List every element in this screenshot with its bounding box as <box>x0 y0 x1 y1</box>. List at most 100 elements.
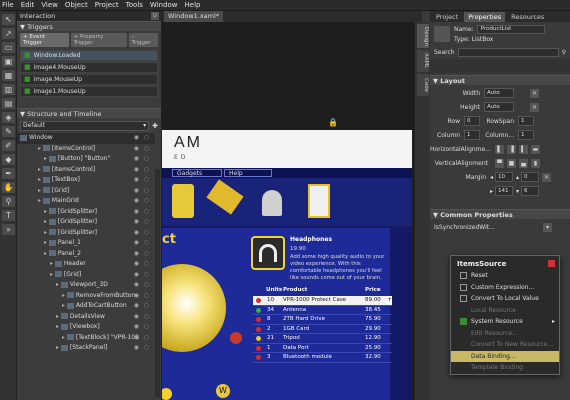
tree-node[interactable]: ▸ Panel_2 ◉ ○ <box>17 249 155 260</box>
remove-from-button[interactable] <box>230 332 242 344</box>
artboard[interactable]: AM ED Gadgets Help ct Headphones 19.90 A… <box>162 130 412 400</box>
lock-toggle-icon[interactable]: ○ <box>144 154 149 165</box>
magnifier-icon[interactable]: ⚲ <box>2 196 15 207</box>
rowspan-field[interactable]: 1 <box>518 116 534 126</box>
product-thumb-4[interactable] <box>308 184 330 218</box>
align-right-icon[interactable]: ▍ <box>519 144 528 154</box>
lock-toggle-icon[interactable]: ○ <box>144 259 149 270</box>
visibility-icon[interactable]: ◉ <box>134 154 139 165</box>
trigger-tab-0[interactable]: + Event Trigger <box>20 33 69 47</box>
lock-toggle-icon[interactable]: ○ <box>144 333 149 344</box>
menu-item[interactable]: Data Binding... <box>451 350 559 362</box>
tree-node[interactable]: ▸ Panel_1 ◉ ○ <box>17 238 155 249</box>
colspan-field[interactable]: 1 <box>518 130 534 140</box>
rectangle-tool-icon[interactable]: ▤ <box>2 98 15 109</box>
nav-gadgets[interactable]: Gadgets <box>172 169 222 177</box>
align-center-icon[interactable]: ▐ <box>507 144 516 154</box>
visibility-icon[interactable]: ◉ <box>134 322 139 333</box>
triggers-header[interactable]: ▼ Triggers <box>17 21 161 31</box>
lock-toggle-icon[interactable]: ○ <box>144 291 149 302</box>
menu-object[interactable]: Object <box>65 1 88 9</box>
lock-toggle-icon[interactable]: ○ <box>144 270 149 281</box>
trigger-tab-1[interactable]: + Property Trigger <box>70 33 127 47</box>
menu-item[interactable]: Convert To Local Value <box>451 293 559 305</box>
visibility-icon[interactable]: ◉ <box>134 259 139 270</box>
visibility-icon[interactable]: ◉ <box>134 228 139 239</box>
menu-file[interactable]: File <box>2 1 14 9</box>
lock-toggle-icon[interactable]: ○ <box>144 196 149 207</box>
tree-node[interactable]: ▸ [Button] "Button" ◉ ○ <box>17 154 155 165</box>
grid-tool-icon[interactable]: ▦ <box>2 70 15 81</box>
lock-toggle-icon[interactable]: ○ <box>144 280 149 291</box>
align-left-icon[interactable]: ▌ <box>495 144 504 154</box>
menu-window[interactable]: Window <box>150 1 178 9</box>
name-field[interactable]: ProductList <box>476 25 545 34</box>
reset-height-icon[interactable]: ✕ <box>530 102 539 112</box>
menu-item[interactable]: Custom Expression... <box>451 282 559 294</box>
margin-bottom-field[interactable]: 6 <box>521 186 540 196</box>
lock-toggle-icon[interactable]: ○ <box>144 312 149 323</box>
tree-node[interactable]: ▸ AddToCartButton ◉ ○ <box>17 301 155 312</box>
tree-node[interactable]: ▸ [GridSplitter] ◉ ○ <box>17 207 155 218</box>
visibility-icon[interactable]: ◉ <box>134 270 139 281</box>
trigger-tab-2[interactable]: – Trigger <box>128 33 158 47</box>
column-field[interactable]: 1 <box>464 130 480 140</box>
lock-toggle-icon[interactable]: ○ <box>144 238 149 249</box>
lock-toggle-icon[interactable]: ○ <box>144 249 149 260</box>
margin-right-field[interactable]: 141 <box>495 186 514 196</box>
lock-toggle-icon[interactable]: ○ <box>144 186 149 197</box>
product-thumb-3[interactable] <box>262 190 282 216</box>
trigger-item[interactable]: ■ Window.Loaded <box>20 50 158 61</box>
visibility-icon[interactable]: ◉ <box>134 175 139 186</box>
brush-tool-icon[interactable]: ✐ <box>2 140 15 151</box>
tree-node[interactable]: ▸ [StackPanel] ◉ ○ <box>17 343 155 354</box>
visibility-icon[interactable]: ◉ <box>134 133 139 144</box>
eyedropper-icon[interactable]: ✒ <box>2 168 15 179</box>
lock-toggle-icon[interactable]: ○ <box>144 343 149 354</box>
tab-resources[interactable]: Resources <box>507 12 548 22</box>
add-timeline-icon[interactable]: ✚ <box>152 122 158 130</box>
tab-xaml[interactable]: XAML <box>417 50 429 72</box>
visibility-icon[interactable]: ◉ <box>134 333 139 344</box>
product-3d-sphere[interactable] <box>162 264 226 352</box>
menu-item[interactable]: Template Binding <box>451 362 559 374</box>
table-row[interactable]: 34 Antenna 38.45 <box>253 306 393 315</box>
lock-toggle-icon[interactable]: ○ <box>144 322 149 333</box>
tab-project[interactable]: Project <box>432 12 462 22</box>
menu-item[interactable]: Convert To New Resource... <box>451 339 559 351</box>
menu-view[interactable]: View <box>41 1 58 9</box>
reset-width-icon[interactable]: ✕ <box>530 88 539 98</box>
visibility-icon[interactable]: ◉ <box>134 207 139 218</box>
trigger-item[interactable]: ■ image1.MouseUp <box>20 86 158 97</box>
height-field[interactable]: Auto <box>484 102 514 112</box>
table-row[interactable]: 21 Tripod 12.90 <box>253 334 393 344</box>
menu-help[interactable]: Help <box>185 1 201 9</box>
menu-project[interactable]: Project <box>95 1 119 9</box>
tree-node[interactable]: ▸ [TextBlock] "VPR-100 ◉ ○ <box>17 333 155 344</box>
menu-edit[interactable]: Edit <box>21 1 35 9</box>
pin-button[interactable]: U <box>151 12 159 20</box>
table-row[interactable]: 8 2TB Hard Drive 75.90 <box>253 315 393 325</box>
menu-item[interactable]: Reset <box>451 270 559 282</box>
zoom-tool-icon[interactable]: ▣ <box>2 56 15 67</box>
design-canvas[interactable]: 🔒 AM ED Gadgets Help ct Headphones 19.90 <box>162 22 414 400</box>
product-thumb-2[interactable] <box>206 179 244 215</box>
pen-tool-icon[interactable]: ✎ <box>2 126 15 137</box>
visibility-icon[interactable]: ◉ <box>134 301 139 312</box>
hand-tool-icon[interactable]: ✋ <box>2 182 15 193</box>
visibility-icon[interactable]: ◉ <box>134 144 139 155</box>
align-stretch-icon[interactable]: ▬ <box>531 144 540 154</box>
timeline-select[interactable]: Default ▾ <box>20 120 150 131</box>
structure-header[interactable]: ▼ Structure and Timeline <box>17 108 161 118</box>
visibility-icon[interactable]: ◉ <box>134 343 139 354</box>
tree-node[interactable]: ▸ Viewport_3D ◉ ○ <box>17 280 155 291</box>
lock-toggle-icon[interactable]: ○ <box>144 175 149 186</box>
lock-toggle-icon[interactable]: ○ <box>144 165 149 176</box>
tab-design[interactable]: Design <box>417 24 429 48</box>
margin-top-field[interactable]: 0 <box>521 172 540 182</box>
issync-dropdown-icon[interactable]: ▾ <box>543 222 552 232</box>
visibility-icon[interactable]: ◉ <box>134 196 139 207</box>
visibility-icon[interactable]: ◉ <box>134 238 139 249</box>
margin-left-field[interactable]: 10 <box>495 172 514 182</box>
search-input[interactable] <box>457 48 559 57</box>
